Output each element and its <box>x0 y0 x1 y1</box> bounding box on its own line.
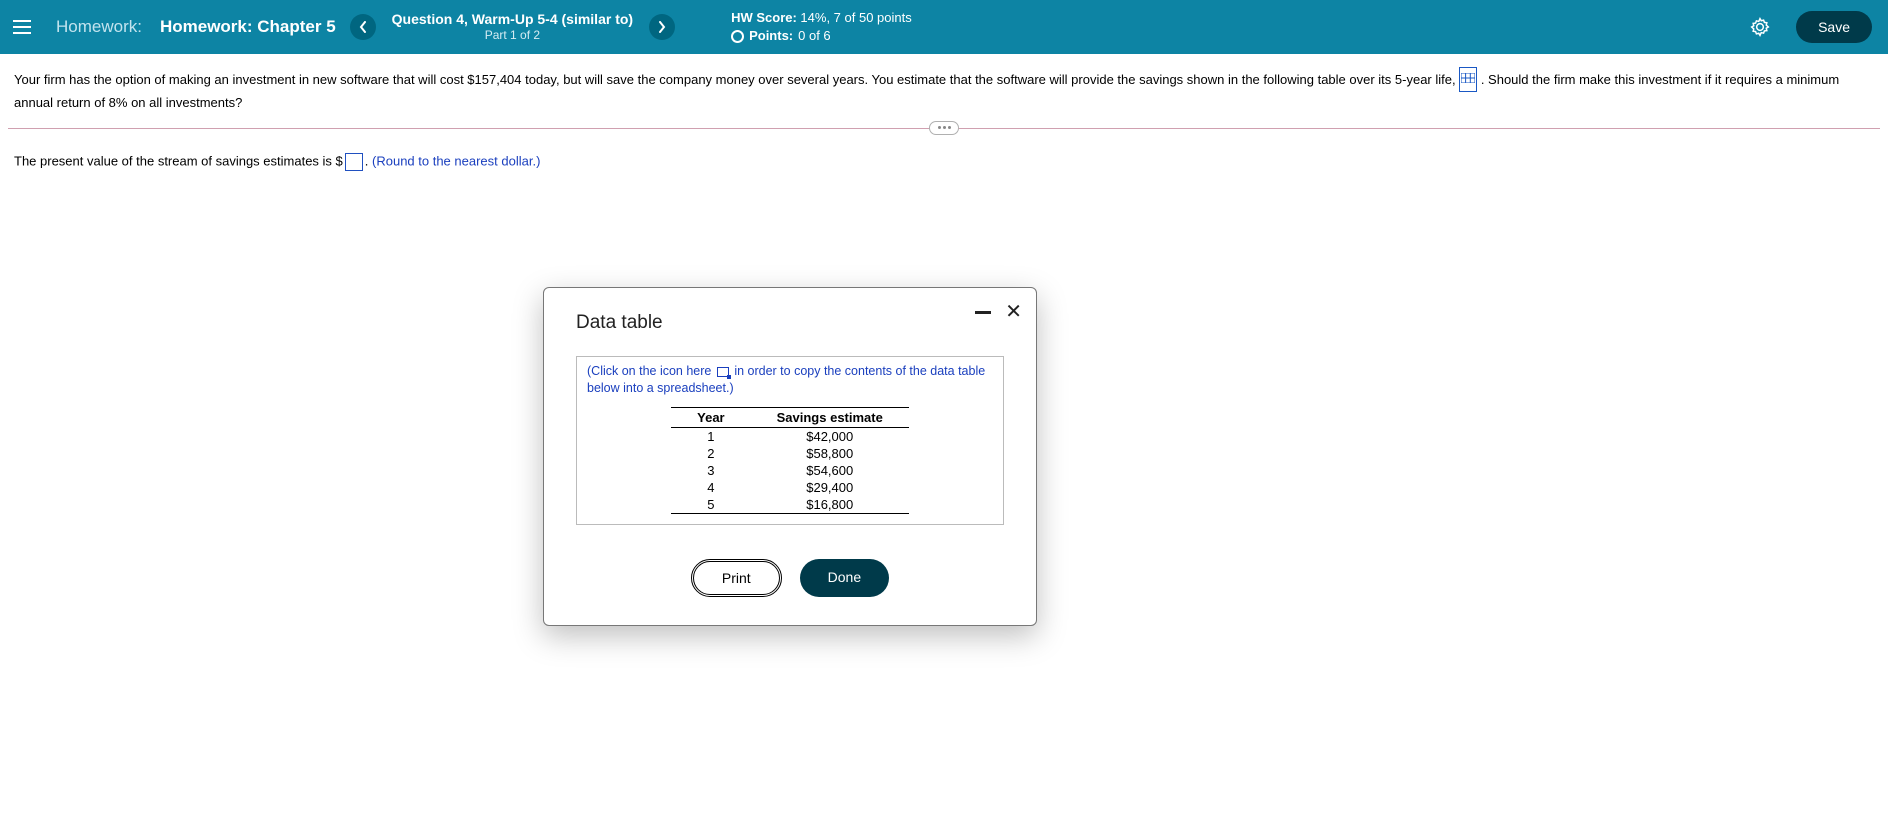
table-row: 5$16,800 <box>671 496 909 514</box>
divider-handle[interactable] <box>929 121 959 135</box>
done-button[interactable]: Done <box>800 559 889 597</box>
col-year: Year <box>671 407 750 427</box>
modal-title: Data table <box>576 312 1004 334</box>
homework-label: Homework: <box>56 17 142 37</box>
menu-icon[interactable] <box>10 15 34 39</box>
data-table: Year Savings estimate 1$42,000 2$58,800 … <box>671 407 909 514</box>
chevron-right-icon <box>658 21 666 33</box>
question-text: Your firm has the option of making an in… <box>0 54 1888 114</box>
copy-icon[interactable] <box>717 367 729 377</box>
copy-note: (Click on the icon here in order to copy… <box>587 363 993 397</box>
points-status-icon <box>731 30 744 43</box>
answer-round-note: (Round to the nearest dollar.) <box>372 153 540 168</box>
header-center: Question 4, Warm-Up 5-4 (similar to) Par… <box>350 9 1736 45</box>
answer-prefix: The present value of the stream of savin… <box>14 153 343 168</box>
hw-score-label: HW Score: <box>731 10 797 25</box>
points-label: Points: <box>749 27 793 45</box>
score-block: HW Score: 14%, 7 of 50 points Points: 0 … <box>731 9 912 45</box>
data-table-icon[interactable] <box>1459 67 1477 92</box>
table-row: 3$54,600 <box>671 462 909 479</box>
chevron-left-icon <box>359 21 367 33</box>
minimize-button[interactable] <box>975 311 991 314</box>
homework-title: Homework: Chapter 5 <box>160 17 336 37</box>
data-table-modal: ✕ Data table (Click on the icon here in … <box>543 287 1037 626</box>
next-question-button[interactable] <box>649 14 675 40</box>
points-value: 0 of 6 <box>798 27 831 45</box>
answer-suffix: . <box>365 153 372 168</box>
modal-inner: (Click on the icon here in order to copy… <box>576 356 1004 525</box>
gear-icon[interactable] <box>1750 17 1770 37</box>
table-row: 4$29,400 <box>671 479 909 496</box>
app-header: Homework: Homework: Chapter 5 Question 4… <box>0 0 1888 54</box>
question-block: Question 4, Warm-Up 5-4 (similar to) Par… <box>392 10 633 44</box>
hw-score-value: 14%, 7 of 50 points <box>797 10 912 25</box>
print-button[interactable]: Print <box>691 559 782 597</box>
close-button[interactable]: ✕ <box>1005 302 1022 322</box>
prev-question-button[interactable] <box>350 14 376 40</box>
save-button[interactable]: Save <box>1796 11 1872 43</box>
table-row: 1$42,000 <box>671 427 909 445</box>
answer-input[interactable] <box>345 153 363 171</box>
section-divider <box>8 128 1880 129</box>
col-savings: Savings estimate <box>751 407 909 427</box>
answer-line: The present value of the stream of savin… <box>0 129 1888 195</box>
question-title: Question 4, Warm-Up 5-4 (similar to) <box>392 10 633 28</box>
copy-note-a: (Click on the icon here <box>587 364 715 378</box>
question-part: Part 1 of 2 <box>392 28 633 44</box>
table-row: 2$58,800 <box>671 445 909 462</box>
question-text-a: Your firm has the option of making an in… <box>14 72 1459 87</box>
